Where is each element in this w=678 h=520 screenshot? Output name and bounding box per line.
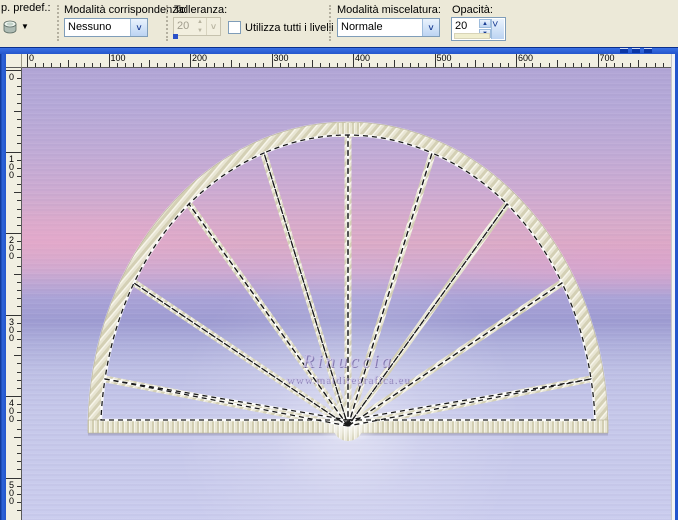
document-window-top-border bbox=[0, 47, 678, 54]
tolerance-value: 20 bbox=[177, 20, 190, 32]
ruler-corner-box bbox=[6, 54, 22, 68]
tool-options-toolbar: p. predef.: ▼ Modalità corrispondenza: N… bbox=[0, 0, 678, 48]
blend-mode-value: Normale bbox=[341, 21, 383, 33]
blend-mode-dropdown[interactable]: Normale ˅ bbox=[337, 18, 440, 37]
vertical-ruler: 01 0 02 0 03 0 04 0 05 0 0 bbox=[6, 68, 22, 520]
app-window: p. predef.: ▼ Modalità corrispondenza: N… bbox=[0, 0, 678, 520]
opacity-chevron-icon[interactable]: ˅ bbox=[491, 19, 504, 39]
preset-label: p. predef.: bbox=[1, 2, 51, 14]
tolerance-label: Tolleranza: bbox=[174, 4, 228, 16]
match-mode-chevron-icon[interactable]: ˅ bbox=[130, 19, 147, 36]
toolbar-separator bbox=[57, 5, 59, 41]
horizontal-ruler: 0 100 200 300 400 500 600 700 bbox=[22, 54, 671, 68]
opacity-spinner[interactable]: 20 ▲▼ ˅ bbox=[451, 17, 506, 41]
opacity-value: 20 bbox=[455, 20, 468, 32]
window-controls[interactable] bbox=[620, 48, 652, 53]
tolerance-updown-icons: ▲ ▼ bbox=[197, 19, 203, 34]
tolerance-chevron-icon: ˅ bbox=[206, 18, 220, 35]
fanlight-window-graphic bbox=[87, 121, 609, 443]
match-mode-label: Modalità corrispondenza: bbox=[64, 4, 187, 16]
image-canvas[interactable]: Rinuccia www.maidiregrafica.eu bbox=[22, 68, 671, 520]
blend-mode-label: Modalità miscelatura: bbox=[337, 4, 441, 16]
blend-mode-chevron-icon[interactable]: ˅ bbox=[422, 19, 439, 36]
all-layers-checkbox[interactable] bbox=[228, 21, 241, 34]
tolerance-spinner: 20 ▲ ▼ ˅ bbox=[173, 17, 221, 36]
toolbar-separator bbox=[166, 5, 168, 41]
opacity-label: Opacità: bbox=[452, 4, 493, 16]
opacity-progress-bar bbox=[454, 33, 490, 39]
preset-cylinder-icon bbox=[2, 20, 18, 35]
match-mode-value: Nessuno bbox=[68, 21, 112, 33]
toolbar-separator bbox=[329, 5, 331, 41]
preset-button[interactable]: ▼ bbox=[2, 15, 36, 39]
tolerance-slider-marker bbox=[173, 34, 178, 39]
preset-dropdown-arrow-icon: ▼ bbox=[21, 22, 29, 31]
match-mode-dropdown[interactable]: Nessuno ˅ bbox=[64, 18, 148, 37]
all-layers-label: Utilizza tutti i livelli bbox=[245, 22, 334, 34]
selection-marching-ants bbox=[99, 133, 597, 428]
